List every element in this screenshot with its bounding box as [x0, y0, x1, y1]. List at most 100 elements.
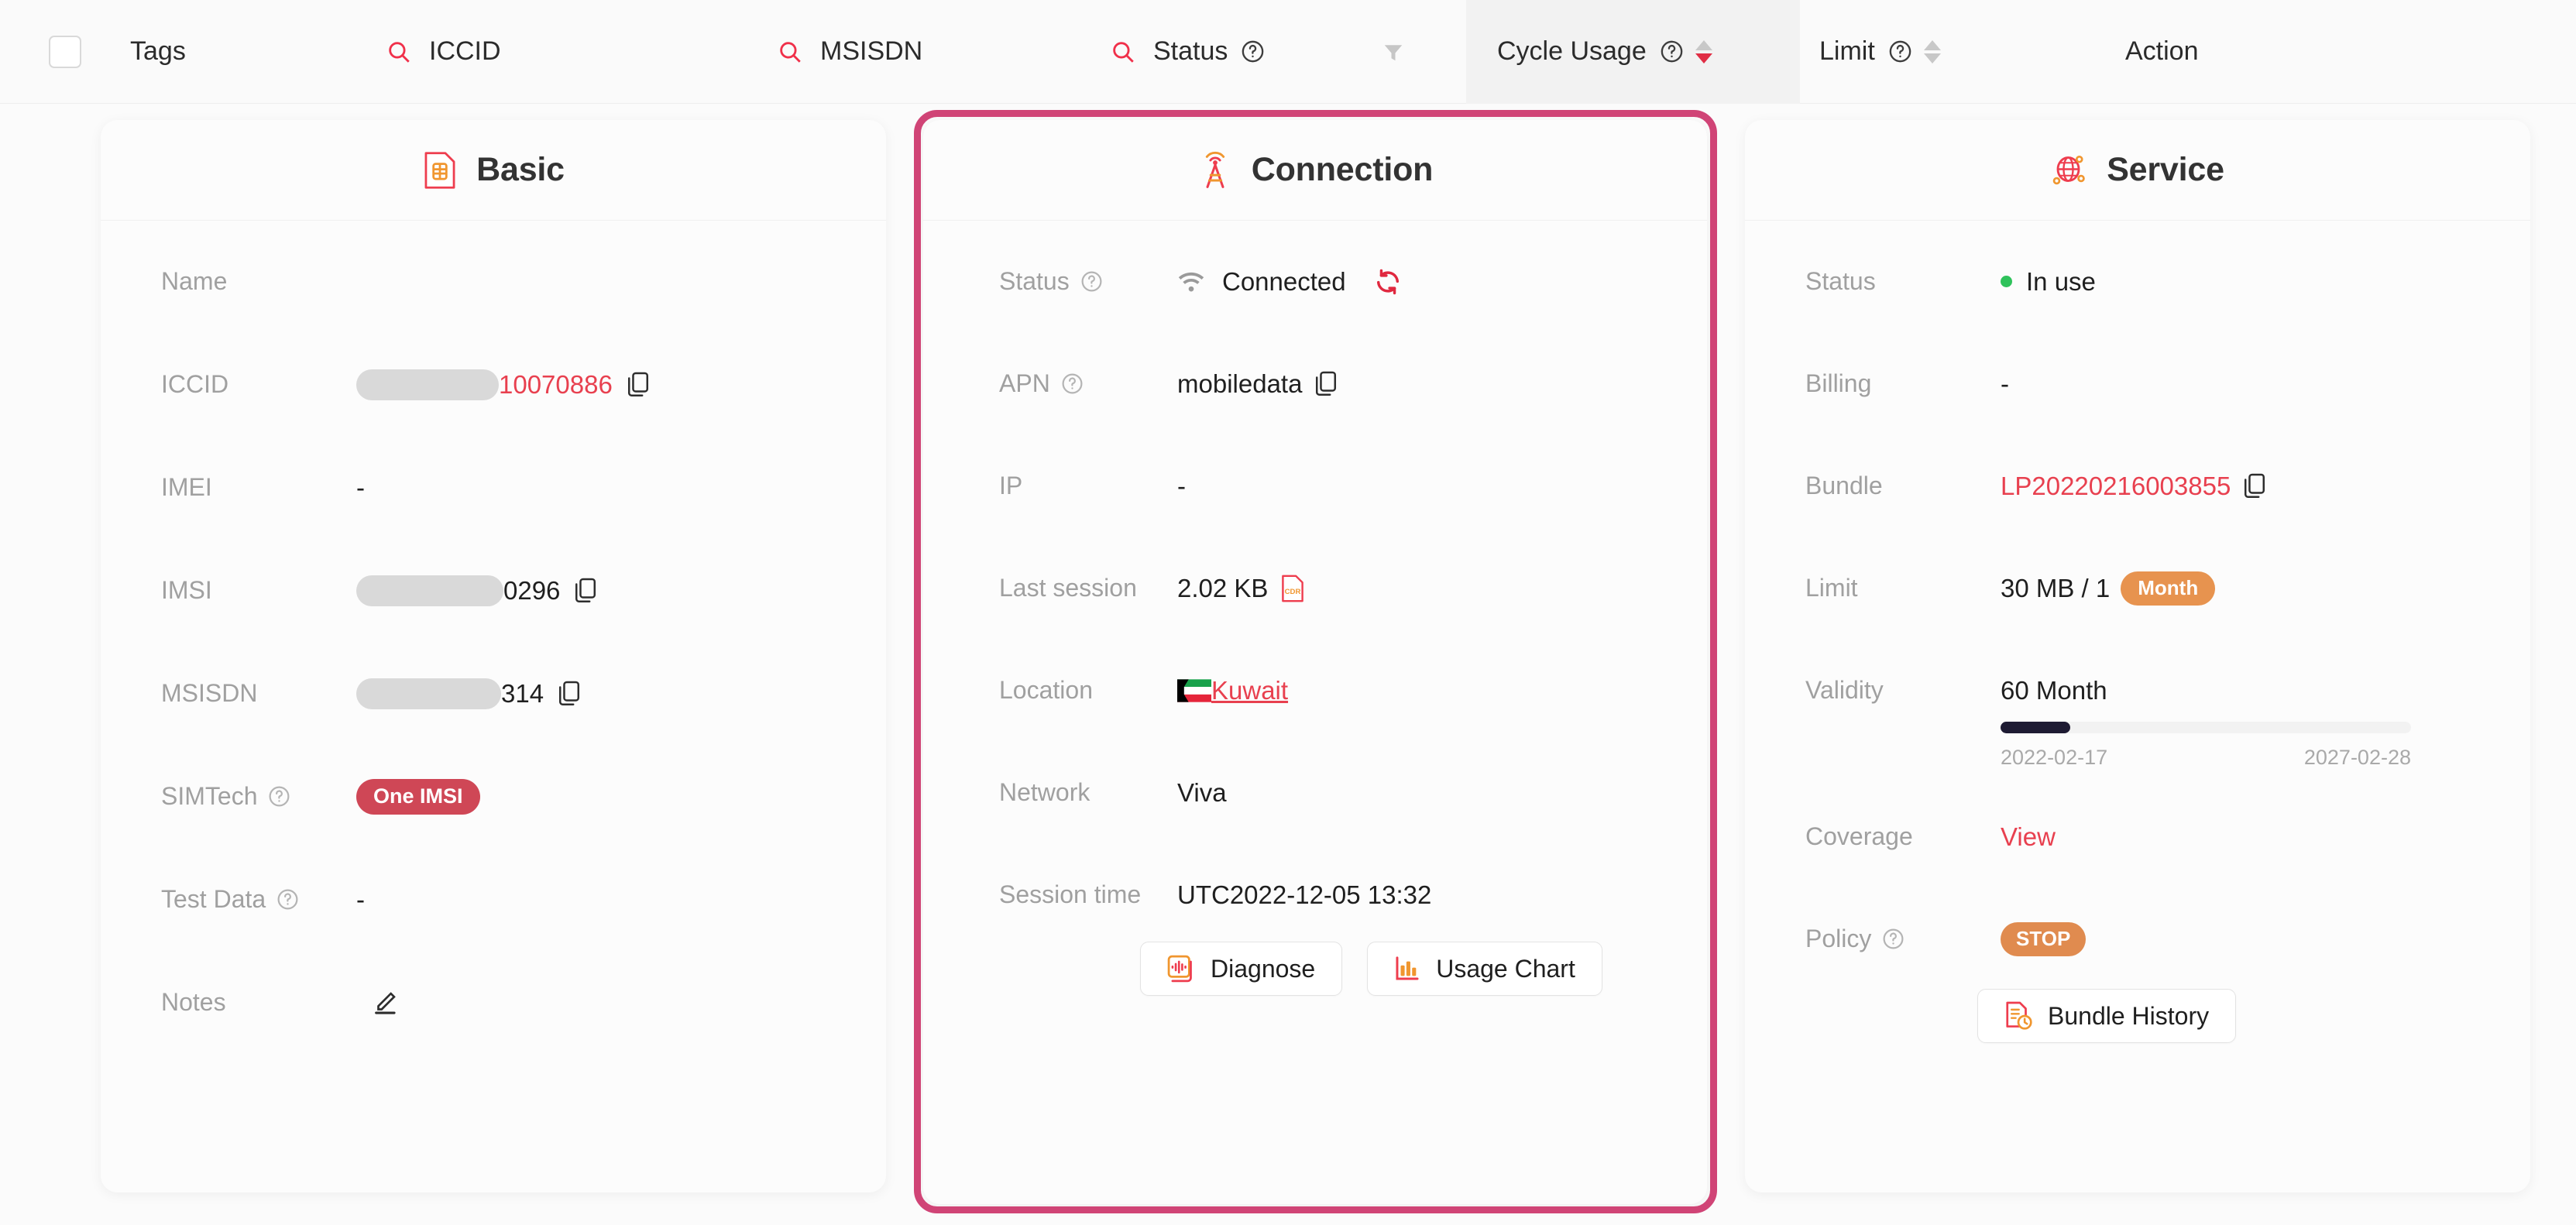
sort-ascending-icon[interactable] [1695, 39, 1712, 50]
help-circle-icon[interactable] [1887, 39, 1913, 64]
copy-icon[interactable] [2243, 473, 2266, 499]
help-circle-icon[interactable] [267, 784, 291, 808]
svg-text:CDR: CDR [1285, 588, 1301, 596]
help-circle-icon[interactable] [1659, 39, 1685, 64]
sort-descending-icon[interactable] [1923, 53, 1941, 63]
service-coverage-value-group: View [2001, 822, 2056, 852]
service-row-policy: Policy STOP [1745, 912, 2530, 966]
bundle-history-button[interactable]: Bundle History [1977, 989, 2237, 1043]
service-policy-label: Policy [1805, 925, 2001, 953]
connection-network-label: Network [999, 778, 1091, 806]
filter-funnel-icon[interactable] [1382, 40, 1405, 63]
column-header-msisdn[interactable]: MSISDN [777, 0, 1110, 104]
basic-card-header: Basic [101, 120, 886, 221]
basic-card-body: Name ICCID 10070886 IMEI - IMSI 0296 MSI… [101, 221, 886, 1029]
connection-apn-label-text: APN [999, 369, 1050, 397]
basic-testdata-label-text: Test Data [161, 885, 266, 913]
basic-msisdn-label: MSISDN [161, 679, 258, 707]
connection-status-label: Status [999, 267, 1177, 296]
column-header-action[interactable]: Action [2056, 0, 2199, 104]
status-dot-icon [2001, 276, 2012, 287]
service-coverage-label: Coverage [1805, 822, 1913, 850]
sort-descending-icon[interactable] [1695, 53, 1712, 63]
sort-toggle-cycle-usage[interactable] [1695, 39, 1712, 63]
help-circle-icon[interactable] [1060, 372, 1084, 396]
basic-imei-value: - [356, 472, 365, 502]
service-row-billing: Billing - [1745, 357, 2530, 410]
service-coverage-view-link[interactable]: View [2001, 822, 2056, 852]
search-icon[interactable] [1110, 39, 1136, 65]
cell-tower-icon [1197, 150, 1233, 190]
column-header-iccid-label: ICCID [429, 36, 501, 66]
column-header-cycle-usage[interactable]: Cycle Usage [1466, 0, 1800, 104]
connection-card-buttons: Diagnose Usage Chart [923, 942, 1707, 996]
search-icon[interactable] [777, 39, 803, 65]
help-circle-icon[interactable] [1240, 39, 1266, 64]
policy-badge: STOP [2001, 921, 2087, 956]
connection-last-session-label: Last session [999, 574, 1137, 602]
cdr-file-icon[interactable]: CDR [1280, 575, 1305, 602]
connection-apn-value-group: mobiledata [1177, 369, 1338, 399]
connection-apn-value: mobiledata [1177, 369, 1303, 398]
help-circle-icon[interactable] [276, 887, 300, 911]
column-header-status[interactable]: Status [1110, 0, 1466, 104]
service-card-header: Service [1745, 120, 2530, 221]
connection-location-value-group: Kuwait [1177, 676, 1288, 705]
help-circle-icon[interactable] [1881, 927, 1905, 951]
basic-imsi-value-group: 0296 [356, 575, 597, 606]
basic-notes-value-group [356, 990, 398, 1016]
column-header-tags[interactable]: Tags [130, 0, 386, 104]
basic-iccid-value-group: 10070886 [356, 369, 650, 400]
help-circle-icon[interactable] [1080, 269, 1104, 293]
basic-row-simtech: SIMTech One IMSI [101, 770, 886, 823]
basic-name-label: Name [161, 267, 228, 295]
connection-status-label-text: Status [999, 267, 1070, 295]
connection-card-body: Status Connected APN mobiledata IP - Las… [923, 221, 1707, 996]
connection-location-value[interactable]: Kuwait [1211, 676, 1288, 705]
copy-icon[interactable] [1314, 371, 1338, 397]
basic-row-testdata: Test Data - [101, 873, 886, 926]
connection-ip-value: - [1177, 471, 1186, 500]
usage-chart-button[interactable]: Usage Chart [1367, 942, 1602, 996]
validity-end-date: 2027-02-28 [2303, 746, 2411, 769]
basic-imei-label: IMEI [161, 473, 212, 501]
basic-notes-label: Notes [161, 988, 226, 1016]
column-header-msisdn-label: MSISDN [820, 36, 923, 66]
basic-row-imei: IMEI - [101, 461, 886, 514]
table-header-bar: Tags ICCID MSISDN Status Cycle Usage Lim… [0, 0, 2576, 104]
refresh-icon[interactable] [1374, 268, 1402, 296]
basic-row-iccid: ICCID 10070886 [101, 358, 886, 411]
connection-status-value-group: Connected [1177, 267, 1402, 297]
service-validity-label: Validity [1805, 676, 1884, 704]
kuwait-flag-icon [1177, 678, 1211, 702]
service-status-label: Status [1805, 267, 1876, 295]
wifi-icon [1177, 271, 1205, 293]
validity-progress-track [2001, 722, 2411, 733]
connection-row-network: Network Viva [923, 766, 1707, 819]
column-header-limit-label: Limit [1819, 36, 1875, 66]
copy-icon[interactable] [574, 578, 597, 604]
service-billing-label: Billing [1805, 369, 1872, 397]
validity-progress-fill [2001, 722, 2071, 733]
search-icon[interactable] [386, 39, 412, 65]
service-bundle-value-group: LP20220216003855 [2001, 472, 2266, 501]
service-row-limit: Limit 30 MB / 1 Month [1745, 561, 2530, 615]
sort-toggle-limit[interactable] [1923, 39, 1941, 63]
diagnose-button[interactable]: Diagnose [1140, 942, 1343, 996]
sort-ascending-icon[interactable] [1923, 39, 1941, 50]
basic-iccid-value[interactable]: 10070886 [499, 370, 613, 400]
copy-icon[interactable] [558, 681, 581, 707]
connection-session-time-label: Session time [999, 880, 1142, 908]
service-card-title: Service [2107, 151, 2224, 188]
service-bundle-label: Bundle [1805, 472, 1883, 499]
connection-card-header: Connection [923, 120, 1707, 221]
select-all-checkbox[interactable] [49, 35, 81, 68]
basic-testdata-value: - [356, 884, 365, 914]
service-bundle-value[interactable]: LP20220216003855 [2001, 472, 2231, 501]
column-header-tags-label: Tags [130, 36, 186, 66]
column-header-iccid[interactable]: ICCID [386, 0, 777, 104]
select-all-cell [0, 0, 130, 104]
pencil-edit-icon[interactable] [372, 990, 398, 1016]
column-header-limit[interactable]: Limit [1800, 0, 2056, 104]
copy-icon[interactable] [627, 372, 650, 398]
